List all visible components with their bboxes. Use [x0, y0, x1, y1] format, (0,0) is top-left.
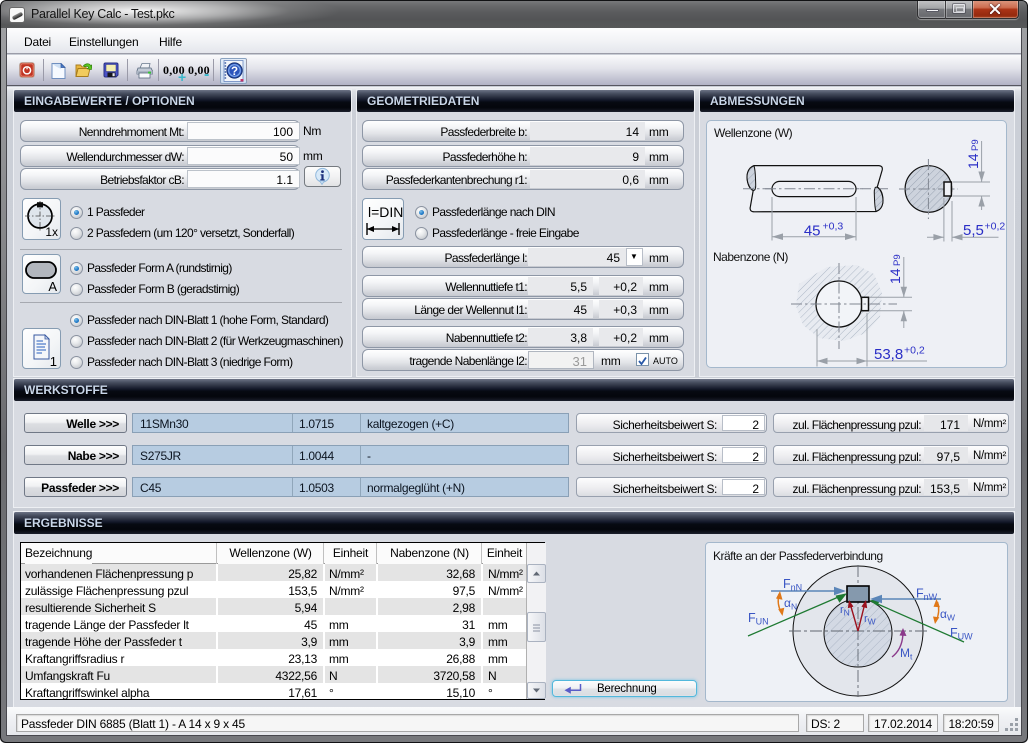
svg-text:P9: P9 — [892, 254, 903, 266]
svg-text:?: ? — [231, 66, 238, 78]
svg-text:+0,2: +0,2 — [985, 221, 1006, 233]
svg-text:14: 14 — [887, 268, 903, 284]
svg-text:14: 14 — [965, 153, 981, 169]
svg-text:FUW: FUW — [950, 626, 973, 642]
svg-text:45: 45 — [804, 223, 821, 240]
svg-text:Wellenzone (W): Wellenzone (W) — [714, 126, 793, 140]
svg-text:+0,3: +0,3 — [823, 221, 844, 233]
svg-text:+0,2: +0,2 — [904, 345, 925, 357]
svg-text:Kräfte an der Passfederverbind: Kräfte an der Passfederverbindung — [713, 549, 883, 563]
svg-text:FUN: FUN — [748, 611, 769, 627]
svg-text:αN: αN — [784, 596, 797, 612]
svg-text:P9: P9 — [970, 139, 981, 151]
svg-text:αW: αW — [940, 607, 955, 623]
svg-text:FnW: FnW — [916, 587, 938, 603]
svg-text:53,8: 53,8 — [874, 346, 903, 363]
svg-text:FnN: FnN — [783, 577, 802, 593]
svg-text:5,5: 5,5 — [963, 222, 984, 239]
svg-text:Nabenzone (N): Nabenzone (N) — [713, 250, 788, 264]
